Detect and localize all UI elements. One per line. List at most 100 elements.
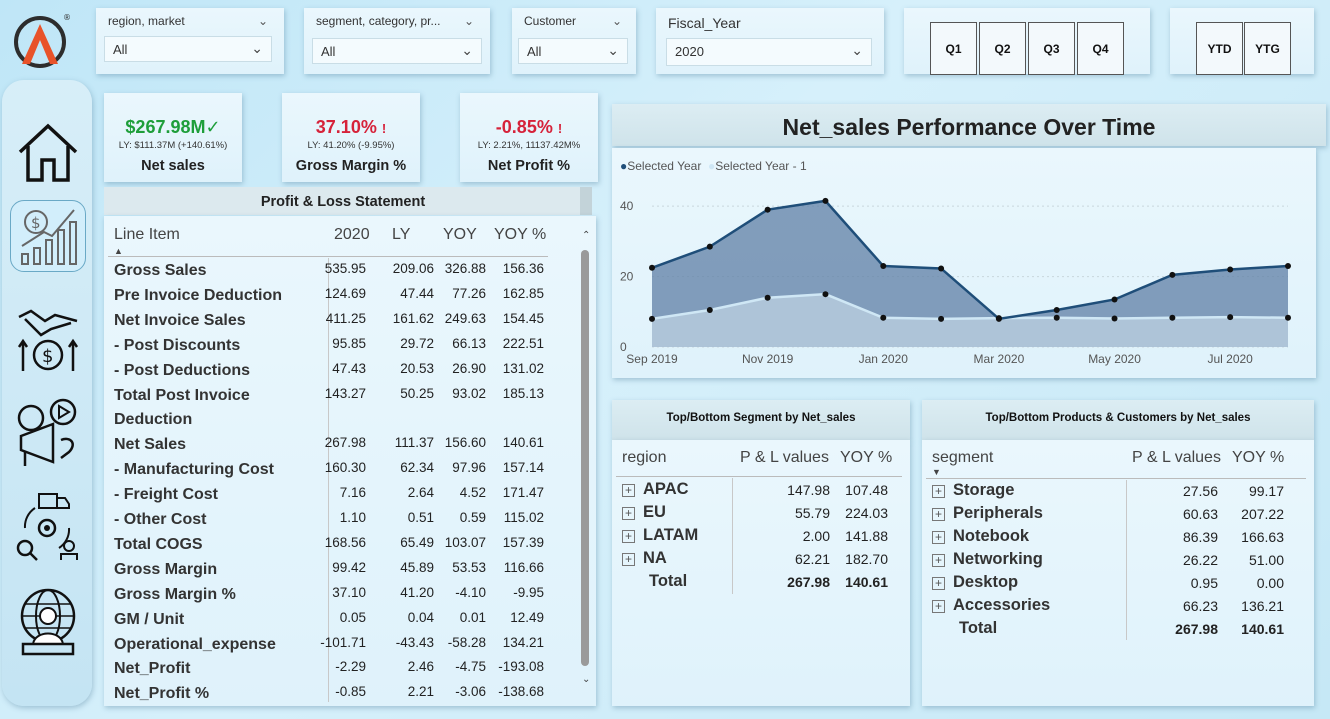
data-point[interactable]: [1053, 307, 1060, 314]
data-point[interactable]: [1111, 296, 1118, 303]
segment-dropdown[interactable]: All ⌄: [312, 38, 482, 64]
table-row[interactable]: Gross Sales 535.95 209.06 326.88 156.36: [104, 259, 574, 284]
table-row[interactable]: + NA 62.21 182.70: [622, 549, 902, 572]
col-header-pl-values[interactable]: P & L values: [740, 449, 829, 467]
data-point[interactable]: [1169, 314, 1176, 321]
data-point[interactable]: [1053, 314, 1060, 321]
expand-icon[interactable]: +: [932, 485, 945, 498]
col-header-pl-values[interactable]: P & L values: [1132, 449, 1221, 467]
customer-dropdown[interactable]: All ⌄: [518, 38, 628, 64]
table-row[interactable]: + Networking 26.22 51.00: [932, 550, 1302, 573]
scroll-up-icon[interactable]: ⌃: [582, 230, 590, 241]
customer-slicer[interactable]: Customer ⌄ All ⌄: [512, 8, 636, 74]
table-row[interactable]: + Notebook 86.39 166.63: [932, 527, 1302, 550]
table-row[interactable]: + APAC 147.98 107.48: [622, 480, 902, 503]
region-market-slicer[interactable]: region, market ⌄ All ⌄: [96, 8, 284, 74]
ytg-button[interactable]: YTG: [1244, 22, 1291, 75]
table-row[interactable]: - Post Deductions 47.43 20.53 26.90 131.02: [104, 359, 574, 384]
table-row[interactable]: Net Invoice Sales 411.25 161.62 249.63 154.4…: [104, 309, 574, 334]
table-row[interactable]: - Freight Cost 7.16 2.64 4.52 171.47: [104, 483, 574, 508]
q1-button[interactable]: Q1: [930, 22, 977, 75]
col-header-ly[interactable]: LY: [392, 226, 410, 244]
col-header-line-item[interactable]: Line Item: [114, 226, 180, 244]
table-row[interactable]: Net_Profit -2.29 2.46 -4.75 -193.08: [104, 657, 574, 682]
data-point[interactable]: [649, 264, 655, 271]
col-header-yoy-pct[interactable]: YOY %: [1232, 449, 1284, 467]
table-row[interactable]: Deduction: [104, 408, 574, 433]
table-row[interactable]: + Desktop 0.95 0.00: [932, 573, 1302, 596]
fiscal-year-slicer[interactable]: Fiscal_Year 2020 ⌄: [656, 8, 884, 74]
data-point[interactable]: [1285, 314, 1291, 321]
data-point[interactable]: [880, 263, 887, 270]
data-point[interactable]: [706, 243, 713, 250]
data-point[interactable]: [822, 197, 829, 204]
chevron-down-icon[interactable]: ⌄: [464, 14, 474, 28]
table-row[interactable]: Operational_expense -101.71 -43.43 -58.28 13…: [104, 633, 574, 658]
expand-icon[interactable]: +: [932, 508, 945, 521]
nav-marketing[interactable]: [10, 396, 86, 468]
expand-icon[interactable]: +: [622, 553, 635, 566]
table-row[interactable]: + Storage 27.56 99.17: [932, 481, 1302, 504]
expand-icon[interactable]: +: [622, 507, 635, 520]
data-point[interactable]: [706, 307, 713, 314]
data-point[interactable]: [938, 265, 945, 272]
table-row[interactable]: Net Sales 267.98 111.37 156.60 140.61: [104, 433, 574, 458]
data-point[interactable]: [880, 314, 887, 321]
total-row[interactable]: Total 267.98 140.61: [932, 619, 1302, 642]
table-row[interactable]: + Accessories 66.23 136.21: [932, 596, 1302, 619]
region-dropdown[interactable]: All ⌄: [104, 36, 272, 62]
col-header-year[interactable]: 2020: [334, 226, 370, 244]
fiscal-year-dropdown[interactable]: 2020 ⌄: [666, 38, 872, 66]
expand-icon[interactable]: +: [932, 577, 945, 590]
table-row[interactable]: Gross Margin 99.42 45.89 53.53 116.66: [104, 558, 574, 583]
col-header-region[interactable]: region: [622, 449, 666, 467]
nav-finance[interactable]: $: [10, 200, 86, 272]
nav-supply-chain[interactable]: [10, 490, 86, 562]
table-row[interactable]: Total COGS 168.56 65.49 103.07 157.39: [104, 533, 574, 558]
q2-button[interactable]: Q2: [979, 22, 1026, 75]
nav-home[interactable]: [10, 116, 86, 188]
data-point[interactable]: [1227, 314, 1234, 321]
sort-arrow-icon[interactable]: ▼: [932, 467, 941, 477]
nav-executive[interactable]: [10, 586, 86, 658]
scroll-down-icon[interactable]: ⌄: [582, 674, 590, 685]
total-row[interactable]: Total 267.98 140.61: [622, 572, 902, 595]
data-point[interactable]: [764, 206, 771, 213]
data-point[interactable]: [1169, 271, 1176, 278]
col-header-yoy[interactable]: YOY: [443, 226, 477, 244]
expand-icon[interactable]: +: [622, 530, 635, 543]
chevron-down-icon[interactable]: ⌄: [258, 14, 268, 28]
q4-button[interactable]: Q4: [1077, 22, 1124, 75]
data-point[interactable]: [938, 315, 945, 322]
nav-sales[interactable]: $: [10, 302, 86, 374]
segment-category-slicer[interactable]: segment, category, pr... ⌄ All ⌄: [304, 8, 490, 74]
expand-icon[interactable]: +: [932, 600, 945, 613]
table-row[interactable]: + EU 55.79 224.03: [622, 503, 902, 526]
table-row[interactable]: + LATAM 2.00 141.88: [622, 526, 902, 549]
scroll-thumb[interactable]: [581, 250, 589, 666]
table-row[interactable]: + Peripherals 60.63 207.22: [932, 504, 1302, 527]
table-row[interactable]: - Other Cost 1.10 0.51 0.59 115.02: [104, 508, 574, 533]
table-row[interactable]: Total Post Invoice 143.27 50.25 93.02 185.13: [104, 384, 574, 409]
col-header-segment[interactable]: segment: [932, 449, 993, 467]
ytd-button[interactable]: YTD: [1196, 22, 1243, 75]
data-point[interactable]: [1227, 266, 1234, 273]
q3-button[interactable]: Q3: [1028, 22, 1075, 75]
data-point[interactable]: [822, 291, 829, 298]
expand-icon[interactable]: +: [932, 531, 945, 544]
data-point[interactable]: [764, 294, 771, 301]
expand-icon[interactable]: +: [932, 554, 945, 567]
data-point[interactable]: [995, 315, 1002, 322]
table-row[interactable]: GM / Unit 0.05 0.04 0.01 12.49: [104, 608, 574, 633]
col-header-yoy-pct[interactable]: YOY %: [840, 449, 892, 467]
scrollbar[interactable]: ⌃ ⌄: [579, 222, 593, 700]
table-row[interactable]: Pre Invoice Deduction 124.69 47.44 77.26 162…: [104, 284, 574, 309]
expand-icon[interactable]: +: [622, 484, 635, 497]
table-row[interactable]: Net_Profit % -0.85 2.21 -3.06 -138.68: [104, 682, 574, 707]
data-point[interactable]: [1111, 315, 1118, 322]
table-row[interactable]: - Manufacturing Cost 160.30 62.34 97.96 157.…: [104, 458, 574, 483]
table-row[interactable]: Gross Margin % 37.10 41.20 -4.10 -9.95: [104, 583, 574, 608]
sort-arrow-icon[interactable]: ▲: [114, 246, 123, 256]
data-point[interactable]: [1285, 263, 1291, 270]
table-row[interactable]: - Post Discounts 95.85 29.72 66.13 222.51: [104, 334, 574, 359]
